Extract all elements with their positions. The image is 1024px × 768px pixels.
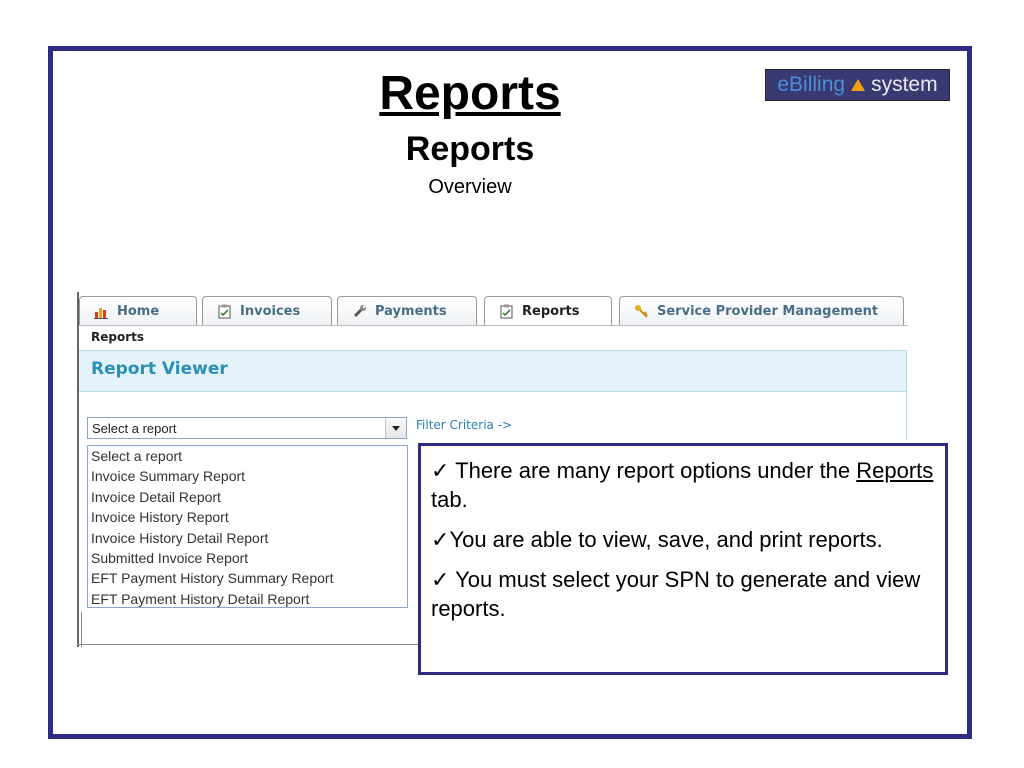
callout-point-1: ✓ There are many report options under th… (431, 456, 935, 514)
checkmark-icon: ✓ (431, 567, 450, 592)
checkmark-icon: ✓ (431, 527, 450, 552)
slide-overview: Overview (428, 176, 512, 198)
ebilling-logo: eBilling system (765, 69, 950, 101)
callout-point-2: ✓You are able to view, save, and print r… (431, 525, 935, 554)
report-option[interactable]: Submitted Invoice Report (88, 548, 407, 568)
breadcrumb: Reports (91, 330, 145, 344)
report-option[interactable]: Invoice Summary Report (88, 466, 407, 486)
report-option[interactable]: Invoice History Detail Report (88, 528, 407, 548)
section-header: Report Viewer (79, 350, 906, 392)
tab-bar: Home Invoices Payments Reports Service P… (79, 292, 908, 326)
tab-reports[interactable]: Reports (484, 296, 612, 325)
report-option[interactable]: EFT Payment History Summary Report (88, 568, 407, 588)
slide-subtitle: Reports (405, 130, 535, 168)
key-icon (635, 304, 648, 318)
wrench-icon (353, 304, 366, 317)
report-option[interactable]: Invoice History Report (88, 507, 407, 527)
callout-text: tab. (431, 487, 468, 512)
clipboard-icon (500, 304, 513, 318)
dropdown-arrow-icon[interactable] (385, 418, 406, 438)
tab-reports-label: Reports (522, 303, 580, 319)
slide-title: Reports (379, 67, 561, 120)
reports-tab-reference: Reports (856, 458, 934, 483)
report-select-value: Select a report (92, 421, 177, 436)
report-select[interactable]: Select a report (87, 417, 407, 439)
filter-criteria-link[interactable]: Filter Criteria -> (416, 418, 512, 432)
callout-text: You must select your SPN to generate and… (431, 567, 921, 621)
section-title: Report Viewer (91, 359, 228, 379)
report-option[interactable]: Select a report (88, 446, 407, 466)
clipboard-icon (218, 304, 231, 318)
tab-invoices-label: Invoices (240, 303, 301, 319)
tab-service-provider-management-label: Service Provider Management (657, 303, 879, 319)
checkmark-icon: ✓ (431, 458, 450, 483)
tab-home-label: Home (117, 303, 160, 319)
tab-invoices[interactable]: Invoices (202, 296, 332, 325)
callout-point-3: ✓ You must select your SPN to generate a… (431, 565, 935, 623)
tab-service-provider-management[interactable]: Service Provider Management (619, 296, 904, 325)
callout-text: There are many report options under the (449, 458, 857, 483)
bar-chart-icon (94, 307, 108, 319)
panel-border (906, 350, 907, 440)
logo-text-system: system (871, 73, 938, 96)
tab-payments[interactable]: Payments (337, 296, 477, 325)
panel-divider (77, 644, 422, 645)
tab-payments-label: Payments (375, 303, 447, 319)
panel-divider (81, 612, 82, 647)
tab-home[interactable]: Home (79, 296, 197, 325)
logo-triangle-icon (851, 79, 866, 91)
report-option[interactable]: EFT Payment History Detail Report (88, 589, 407, 609)
callout-text: You are able to view, save, and print re… (449, 527, 883, 552)
logo-text-ebilling: eBilling (777, 73, 846, 96)
info-callout: ✓ There are many report options under th… (418, 443, 948, 675)
report-dropdown-list: Select a report Invoice Summary Report I… (87, 445, 408, 608)
report-option[interactable]: Invoice Detail Report (88, 487, 407, 507)
